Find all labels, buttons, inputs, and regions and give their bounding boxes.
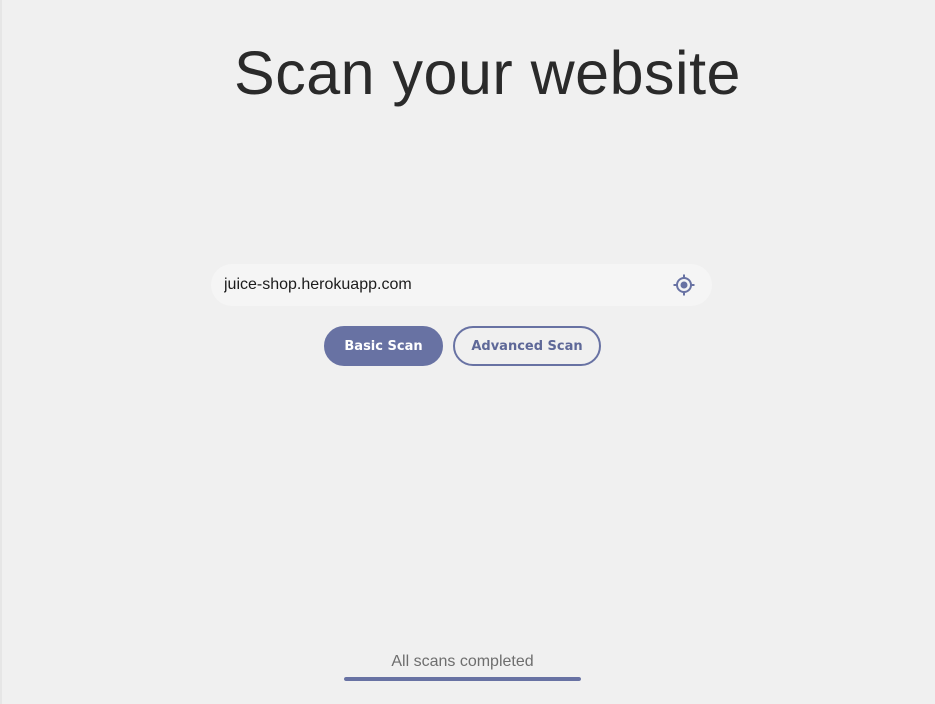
crosshair-target-icon[interactable] (673, 274, 695, 296)
url-input[interactable] (224, 264, 654, 306)
scan-status-text: All scans completed (391, 653, 534, 670)
scan-progress-bar (344, 677, 581, 681)
url-search-bar (211, 264, 712, 306)
scan-progress-fill (344, 677, 581, 681)
page-title: Scan your website (234, 39, 741, 107)
crosshair-target-icon-svg (673, 274, 695, 296)
basic-scan-button[interactable]: Basic Scan (324, 326, 443, 366)
advanced-scan-button[interactable]: Advanced Scan (453, 326, 601, 366)
